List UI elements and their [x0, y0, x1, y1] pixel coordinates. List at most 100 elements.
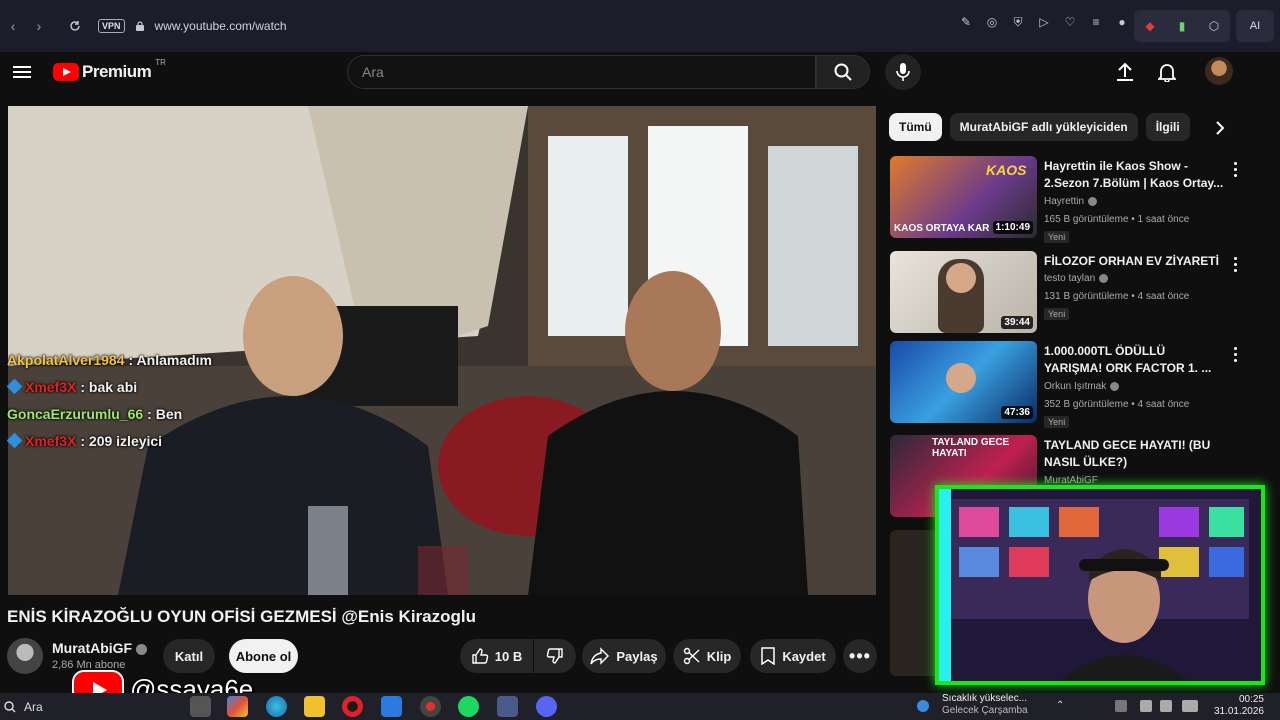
channel-name-container[interactable]: testo taylan: [1044, 273, 1109, 284]
hamburger-menu-icon[interactable]: [12, 62, 32, 82]
ai-button[interactable]: AI: [1236, 10, 1274, 42]
chat-message: AkpolatAlver1984 : Anlamadım: [7, 346, 487, 373]
recommendation-item[interactable]: KAOS KAOS ORTAYA KAR 1:10:49 Hayrettin i…: [890, 156, 1250, 243]
channel-name-container[interactable]: Hayrettin: [1044, 196, 1098, 207]
profile-icon[interactable]: ●: [1114, 14, 1130, 30]
microphone-icon: [896, 63, 910, 81]
spotify-icon[interactable]: [458, 696, 479, 717]
clip-button[interactable]: Klip: [673, 639, 741, 673]
stats-icon[interactable]: ▮: [1174, 18, 1190, 34]
app-icon[interactable]: [420, 696, 441, 717]
thumbs-down-icon: [546, 648, 563, 664]
channel-row: MuratAbiGF 2,86 Mn abone Katıl Abone ol …: [7, 638, 877, 674]
video-title[interactable]: TAYLAND GECE HAYATI! (BU NASIL ÜLKE?): [1044, 437, 1224, 471]
taskbar-search[interactable]: Ara: [0, 693, 130, 720]
video-duration: 1:10:49: [992, 221, 1033, 234]
voice-search-button[interactable]: [885, 54, 921, 90]
tracker-icon[interactable]: ◆: [1142, 18, 1158, 34]
more-actions-button[interactable]: •••: [843, 639, 877, 673]
copilot-icon[interactable]: [227, 696, 248, 717]
account-avatar[interactable]: [1205, 57, 1233, 85]
chat-text: : bak abi: [80, 378, 138, 395]
video-thumbnail[interactable]: 47:36: [890, 341, 1037, 423]
video-title[interactable]: Hayrettin ile Kaos Show - 2.Sezon 7.Bölü…: [1044, 158, 1224, 192]
like-count: 10 B: [494, 648, 523, 664]
chevron-right-icon[interactable]: [1208, 116, 1232, 140]
system-clock[interactable]: 00:25 31.01.2026: [1214, 694, 1264, 718]
weather-title: Sıcaklık yükselec...: [942, 693, 1028, 704]
search-icon: [834, 63, 852, 81]
like-button[interactable]: 10 B: [460, 639, 533, 673]
scissors-icon: [683, 647, 700, 665]
mail-icon[interactable]: [381, 696, 402, 717]
verified-icon: [1088, 196, 1098, 206]
chip-from-uploader[interactable]: MuratAbiGF adlı yükleyiciden: [949, 113, 1138, 141]
shield-icon[interactable]: ⛨: [1010, 14, 1026, 30]
chat-user: Xmef3X: [25, 432, 77, 449]
save-button[interactable]: Kaydet: [750, 639, 836, 673]
play-icon[interactable]: ▷: [1036, 14, 1052, 30]
video-thumbnail[interactable]: KAOS KAOS ORTAYA KAR 1:10:49: [890, 156, 1037, 238]
video-title[interactable]: 1.000.000TL ÖDÜLLÜ YARIŞMA! ORK FACTOR 1…: [1044, 343, 1224, 377]
forward-icon[interactable]: ›: [26, 13, 52, 39]
tray-app-icon[interactable]: [1115, 700, 1127, 712]
region-code: TR: [155, 57, 166, 67]
recommendation-item[interactable]: 39:44 FİLOZOF ORHAN EV ZİYARETİ testo ta…: [890, 251, 1250, 335]
thermometer-icon[interactable]: [917, 700, 929, 712]
chevron-up-icon[interactable]: ⌃: [1056, 700, 1068, 712]
video-duration: 47:36: [1001, 406, 1033, 419]
clock-time: 00:25: [1238, 694, 1264, 705]
chat-text: : Anlamadım: [128, 351, 213, 368]
camera-icon[interactable]: ◎: [984, 14, 1000, 30]
new-badge: Yeni: [1044, 231, 1070, 243]
app-icon[interactable]: [497, 696, 518, 717]
network-icon[interactable]: [1140, 700, 1152, 712]
video-thumbnail[interactable]: 39:44: [890, 251, 1037, 333]
channel-avatar[interactable]: [7, 638, 43, 674]
app-icon[interactable]: [190, 696, 211, 717]
notifications-bell-icon[interactable]: [1155, 60, 1179, 84]
weather-widget[interactable]: Sıcaklık yükselec... Gelecek Çarşamba: [942, 693, 1028, 717]
video-title[interactable]: FİLOZOF ORHAN EV ZİYARETİ: [1044, 253, 1224, 270]
youtube-premium-logo[interactable]: Premium TR: [53, 58, 166, 82]
speaker-icon[interactable]: [1160, 700, 1172, 712]
video-duration: 39:44: [1001, 316, 1033, 329]
more-vertical-icon[interactable]: [1230, 255, 1240, 273]
upload-icon[interactable]: [1113, 60, 1137, 84]
clip-label: Klip: [706, 648, 732, 664]
reload-icon[interactable]: [62, 13, 88, 39]
dislike-button[interactable]: [534, 639, 576, 673]
partial-thumbnail[interactable]: [890, 530, 935, 676]
recommendation-item[interactable]: 47:36 1.000.000TL ÖDÜLLÜ YARIŞMA! ORK FA…: [890, 341, 1250, 428]
chip-related[interactable]: İlgili: [1145, 113, 1190, 141]
join-label: Katıl: [174, 648, 204, 664]
file-explorer-icon[interactable]: [304, 696, 325, 717]
chat-message: Xmef3X : 209 izleyici: [6, 427, 487, 454]
subscribe-button[interactable]: Abone ol: [229, 639, 298, 673]
vpn-badge[interactable]: VPN: [98, 19, 125, 33]
join-button[interactable]: Katıl: [163, 639, 215, 673]
channel-name-container[interactable]: Orkun Işıtmak: [1044, 381, 1120, 392]
battery-icon[interactable]: [1182, 700, 1198, 712]
more-vertical-icon[interactable]: [1230, 345, 1240, 363]
search-input[interactable]: [362, 64, 815, 80]
channel-name-container[interactable]: MuratAbiGF: [52, 640, 148, 656]
heart-icon[interactable]: ♡: [1062, 14, 1078, 30]
edge-browser-icon[interactable]: [266, 696, 287, 717]
chat-text: : Ben: [147, 405, 183, 422]
opera-browser-icon[interactable]: [342, 696, 363, 717]
discord-icon[interactable]: [536, 696, 557, 717]
search-button[interactable]: [816, 55, 870, 89]
back-icon[interactable]: ‹: [0, 13, 26, 39]
more-vertical-icon[interactable]: [1230, 160, 1240, 178]
chip-all[interactable]: Tümü: [889, 113, 942, 141]
cube-icon[interactable]: ⬡: [1206, 18, 1222, 34]
share-button[interactable]: Paylaş: [582, 639, 666, 673]
video-meta: 165 B görüntüleme • 1 saat önce: [1044, 214, 1190, 225]
edit-icon[interactable]: ✎: [958, 14, 974, 30]
address-bar[interactable]: www.youtube.com/watch: [155, 19, 287, 33]
webcam-overlay: [935, 485, 1265, 685]
list-icon[interactable]: ≡: [1088, 14, 1104, 30]
webcam-feed: [939, 489, 1261, 681]
video-meta: 352 B görüntüleme • 4 saat önce: [1044, 399, 1190, 410]
